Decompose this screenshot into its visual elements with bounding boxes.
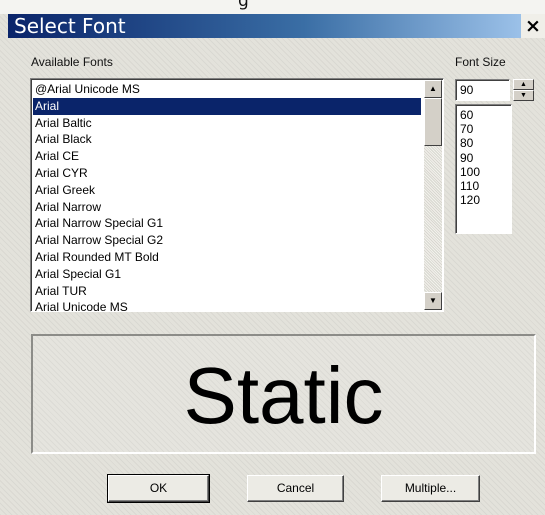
title-bar[interactable]: Select Font × xyxy=(8,14,545,38)
font-list-item[interactable]: Arial Narrow Special G1 xyxy=(33,215,421,232)
font-list-item[interactable]: Arial Special G1 xyxy=(33,266,421,283)
font-list-item[interactable]: Arial TUR xyxy=(33,283,421,300)
font-list-item[interactable]: Arial Rounded MT Bold xyxy=(33,249,421,266)
font-size-option[interactable]: 80 xyxy=(458,136,480,150)
font-list-item[interactable]: Arial Baltic xyxy=(33,115,421,132)
dialog-title: Select Font xyxy=(14,14,126,38)
font-list-item[interactable]: @Arial Unicode MS xyxy=(33,81,421,98)
scroll-thumb[interactable] xyxy=(424,98,442,146)
size-spin-up-button[interactable]: ▲ xyxy=(513,79,534,90)
select-font-dialog: g Select Font × Available Fonts Font Siz… xyxy=(0,0,545,515)
cancel-button[interactable]: Cancel xyxy=(247,475,344,502)
font-preview-panel: Static xyxy=(31,334,536,454)
font-list-item[interactable]: Arial Black xyxy=(33,131,421,148)
font-size-option[interactable]: 100 xyxy=(458,165,480,179)
font-size-option[interactable]: 60 xyxy=(458,108,480,122)
available-fonts-label: Available Fonts xyxy=(31,55,113,69)
font-size-option[interactable]: 110 xyxy=(458,179,480,193)
arrow-up-icon: ▲ xyxy=(520,81,527,88)
font-list-scrollbar[interactable]: ▲ ▼ xyxy=(424,80,442,310)
size-list-items: 60 70 80 90 100 110 120 xyxy=(458,108,480,207)
multiple-button[interactable]: Multiple... xyxy=(381,475,480,502)
font-size-input[interactable]: 90 xyxy=(455,79,510,101)
arrow-down-icon: ▼ xyxy=(429,296,437,305)
font-size-label: Font Size xyxy=(455,55,506,69)
font-size-option[interactable]: 70 xyxy=(458,122,480,136)
font-list-item[interactable]: Arial Unicode MS xyxy=(33,299,421,311)
font-list-item[interactable]: Arial xyxy=(33,97,421,115)
preview-text: Static xyxy=(183,351,384,440)
arrow-up-icon: ▲ xyxy=(429,84,437,93)
font-size-option[interactable]: 90 xyxy=(458,151,480,165)
size-spin-down-button[interactable]: ▼ xyxy=(513,90,534,101)
font-size-option[interactable]: 120 xyxy=(458,193,480,207)
ok-button[interactable]: OK xyxy=(107,474,210,503)
scroll-up-button[interactable]: ▲ xyxy=(424,80,442,98)
font-list-item[interactable]: Arial Narrow xyxy=(33,199,421,216)
font-list-item[interactable]: Arial CE xyxy=(33,148,421,165)
font-list-items: @Arial Unicode MS Arial Arial Baltic Arial … xyxy=(33,81,421,311)
font-list-item[interactable]: Arial Greek xyxy=(33,182,421,199)
font-listbox[interactable]: @Arial Unicode MS Arial Arial Baltic Arial … xyxy=(30,78,444,312)
close-button[interactable]: × xyxy=(521,14,545,38)
window-behind-title: g xyxy=(238,0,249,11)
window-behind-strip: g xyxy=(0,0,545,14)
scroll-down-button[interactable]: ▼ xyxy=(424,292,442,310)
font-list-item[interactable]: Arial CYR xyxy=(33,165,421,182)
font-list-item[interactable]: Arial Narrow Special G2 xyxy=(33,232,421,249)
font-size-listbox[interactable]: 60 70 80 90 100 110 120 xyxy=(455,104,512,234)
arrow-down-icon: ▼ xyxy=(520,92,527,99)
